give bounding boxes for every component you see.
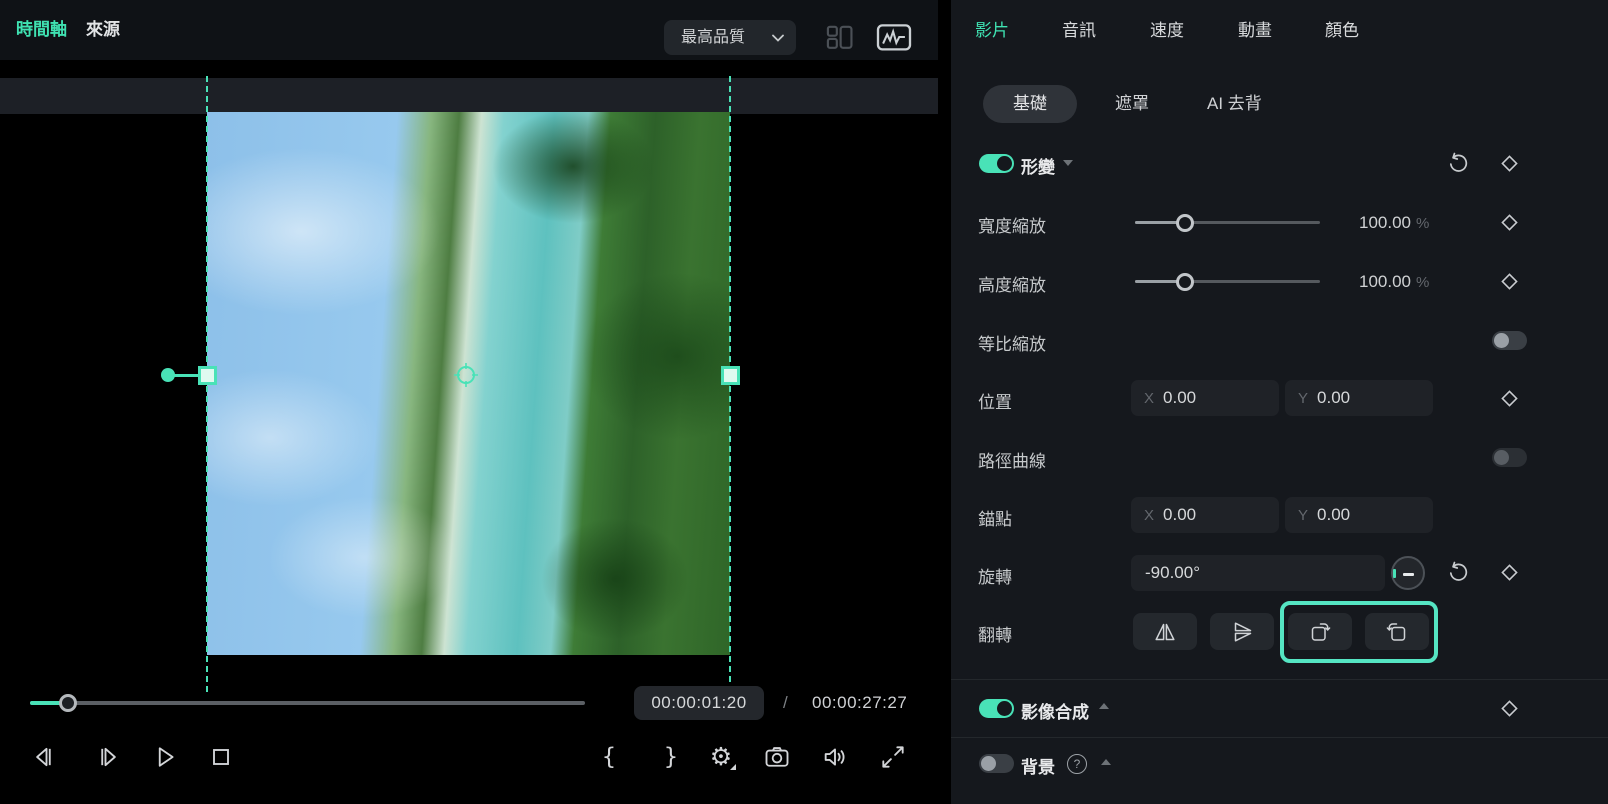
path-curve-label: 路徑曲線 [978,452,1046,471]
compositing-toggle[interactable] [979,699,1014,718]
section-divider [951,737,1608,738]
transform-reset-icon[interactable] [1447,152,1470,175]
subtab-basic[interactable]: 基礎 [983,85,1077,123]
tab-timeline[interactable]: 時間軸 [16,0,67,60]
height-scale-slider-thumb[interactable] [1176,273,1194,291]
expand-icon[interactable] [876,741,910,773]
width-scale-keyframe-icon[interactable] [1498,211,1521,234]
seek-bar[interactable] [30,701,585,705]
position-keyframe-icon[interactable] [1498,387,1521,410]
current-timecode: 00:00:01:20 [634,686,764,720]
mark-out-button[interactable]: } [654,741,688,773]
center-anchor-icon[interactable] [452,361,480,389]
position-x-value: 0.00 [1163,388,1197,407]
layout-grid-icon[interactable] [820,21,860,53]
background-toggle[interactable] [979,754,1014,773]
position-y-value: 0.00 [1317,388,1351,407]
camera-icon[interactable] [760,741,794,773]
timecode-separator: / [783,693,788,712]
scopes-waveform-icon[interactable] [874,21,914,53]
tab-source[interactable]: 來源 [86,0,120,60]
compositing-collapse-icon[interactable] [1099,703,1109,709]
gear-dropdown-corner [730,764,736,770]
rotate-reset-icon[interactable] [1447,561,1470,584]
position-y-prefix: Y [1298,390,1309,407]
transform-toggle[interactable] [979,154,1014,173]
uniform-scale-toggle[interactable] [1492,331,1527,350]
gear-glyph: ⚙ [709,742,733,771]
height-scale-label: 高度縮放 [978,276,1046,295]
uniform-scale-label: 等比縮放 [978,335,1046,354]
anchor-label: 錨點 [978,510,1012,529]
highlight-box [1280,601,1438,663]
flip-label: 翻轉 [978,626,1012,645]
height-scale-value: 100.00% [1359,272,1430,291]
rotate-dial-minus [1403,573,1414,576]
compositing-keyframe-icon[interactable] [1498,697,1521,720]
stop-button[interactable] [204,741,238,773]
rotate-dial-tick [1393,569,1396,578]
path-curve-toggle[interactable] [1492,448,1527,467]
anchor-x-prefix: X [1144,507,1155,524]
tab-color[interactable]: 顏色 [1325,0,1359,66]
flip-horizontal-icon[interactable] [1133,613,1197,650]
resize-handle-right[interactable] [721,366,740,385]
transform-keyframe-icon[interactable] [1498,152,1521,175]
subtab-ai-cutout[interactable]: AI 去背 [1207,85,1262,123]
transform-collapse-icon[interactable] [1063,160,1073,166]
position-y-field[interactable]: Y 0.00 [1285,380,1433,416]
mark-in-button[interactable]: { [592,741,626,773]
anchor-x-field[interactable]: X 0.00 [1131,497,1279,533]
rotate-label: 旋轉 [978,568,1012,587]
seek-thumb[interactable] [59,694,77,712]
play-button[interactable] [148,741,182,773]
preview-toolbar: 時間軸 來源 最高品質 [0,0,938,60]
step-forward-button[interactable] [92,741,126,773]
subtab-mask[interactable]: 遮罩 [1115,85,1149,123]
transform-title: 形變 [1021,158,1055,177]
section-divider [951,679,1608,680]
rotate-dial-icon[interactable] [1391,556,1425,590]
position-x-field[interactable]: X 0.00 [1131,380,1279,416]
tab-speed[interactable]: 速度 [1150,0,1184,66]
gear-icon[interactable]: ⚙ [704,741,738,773]
rotation-handle[interactable] [161,368,175,382]
properties-panel: 影片 音訊 速度 動畫 顏色 基礎 遮罩 AI 去背 形變 寬度縮放 100.0… [951,0,1608,804]
rotate-keyframe-icon[interactable] [1498,561,1521,584]
preview-section: 時間軸 來源 最高品質 00:00:01:20 / 00:00:27:27 {… [0,0,938,804]
tab-audio[interactable]: 音訊 [1062,0,1096,66]
preview-upper-band [0,78,938,114]
width-scale-value: 100.00% [1359,213,1430,232]
position-x-prefix: X [1144,390,1155,407]
quality-dropdown[interactable]: 最高品質 [664,20,796,55]
height-scale-keyframe-icon[interactable] [1498,270,1521,293]
anchor-y-prefix: Y [1298,507,1309,524]
step-back-button[interactable] [26,741,60,773]
tab-video[interactable]: 影片 [975,0,1009,66]
speaker-icon[interactable] [818,741,852,773]
anchor-y-value: 0.00 [1317,505,1351,524]
height-scale-unit: % [1416,274,1430,291]
rotate-field[interactable]: -90.00° [1131,555,1385,591]
duration-timecode: 00:00:27:27 [812,693,908,712]
flip-vertical-icon[interactable] [1210,613,1274,650]
background-title: 背景 [1021,758,1055,777]
chevron-down-icon [772,34,784,42]
help-icon[interactable]: ? [1067,754,1087,774]
width-scale-slider-thumb[interactable] [1176,214,1194,232]
filmora-window: 時間軸 來源 最高品質 00:00:01:20 / 00:00:27:27 {… [0,0,1608,804]
rotate-value: -90.00° [1145,563,1201,582]
tab-animation[interactable]: 動畫 [1238,0,1272,66]
position-label: 位置 [978,393,1012,412]
width-scale-label: 寬度縮放 [978,217,1046,236]
compositing-title: 影像合成 [1021,703,1089,722]
anchor-y-field[interactable]: Y 0.00 [1285,497,1433,533]
background-collapse-icon[interactable] [1101,759,1111,765]
width-scale-unit: % [1416,215,1430,232]
resize-handle-left[interactable] [198,366,217,385]
anchor-x-value: 0.00 [1163,505,1197,524]
